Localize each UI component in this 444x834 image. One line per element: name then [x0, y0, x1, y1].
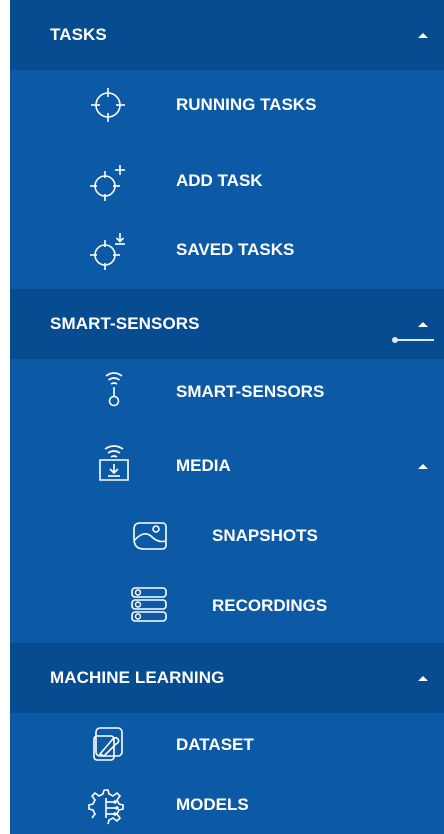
section-label-tasks: TASKS: [50, 25, 107, 44]
crosshair-plus-icon: [88, 163, 128, 203]
sidebar-item-saved-tasks[interactable]: SAVED TASKS: [10, 215, 444, 285]
sidebar: TASKS RUNNING TASKS ADD TASK SAVED TASKS…: [10, 0, 444, 834]
dataset-icon: [90, 724, 130, 764]
sidebar-item-label: ADD TASK: [176, 171, 263, 190]
caret-up-icon[interactable]: [418, 675, 428, 681]
sidebar-item-smart-sensors[interactable]: SMART-SENSORS: [10, 357, 444, 427]
crosshair-icon: [88, 85, 128, 125]
recordings-icon: [128, 584, 168, 624]
sidebar-item-running-tasks[interactable]: RUNNING TASKS: [10, 70, 444, 140]
caret-up-icon[interactable]: [418, 321, 428, 327]
media-download-icon: [94, 443, 134, 483]
snapshot-icon: [130, 515, 170, 555]
caret-up-icon[interactable]: [418, 463, 428, 469]
section-label-machine-learning: MACHINE LEARNING: [50, 668, 225, 687]
crosshair-download-icon: [88, 232, 128, 272]
drag-handle-line: [397, 339, 434, 341]
sidebar-item-label: RUNNING TASKS: [176, 95, 317, 114]
sidebar-item-recordings[interactable]: RECORDINGS: [10, 571, 444, 641]
sidebar-item-label: RECORDINGS: [212, 596, 328, 615]
sidebar-item-label: MEDIA: [176, 456, 231, 475]
section-header-machine-learning[interactable]: MACHINE LEARNING: [10, 643, 444, 713]
sensor-icon: [94, 370, 134, 410]
section-header-tasks[interactable]: TASKS: [10, 0, 444, 70]
sidebar-item-add-task[interactable]: ADD TASK: [10, 146, 444, 216]
caret-up-icon[interactable]: [418, 32, 428, 38]
sidebar-item-label: SNAPSHOTS: [212, 526, 318, 545]
section-header-smart-sensors[interactable]: SMART-SENSORS: [10, 289, 444, 359]
drag-handle[interactable]: [392, 337, 434, 343]
sidebar-item-label: MODELS: [176, 795, 249, 814]
sidebar-item-label: SMART-SENSORS: [176, 382, 325, 401]
sidebar-item-snapshots[interactable]: SNAPSHOTS: [10, 501, 444, 571]
section-label-smart-sensors: SMART-SENSORS: [50, 314, 200, 333]
sidebar-item-label: SAVED TASKS: [176, 240, 295, 259]
sidebar-item-models[interactable]: MODELS: [10, 770, 444, 834]
sidebar-item-label: DATASET: [176, 735, 254, 754]
models-icon: [90, 784, 130, 824]
sidebar-item-media[interactable]: MEDIA: [10, 431, 444, 501]
